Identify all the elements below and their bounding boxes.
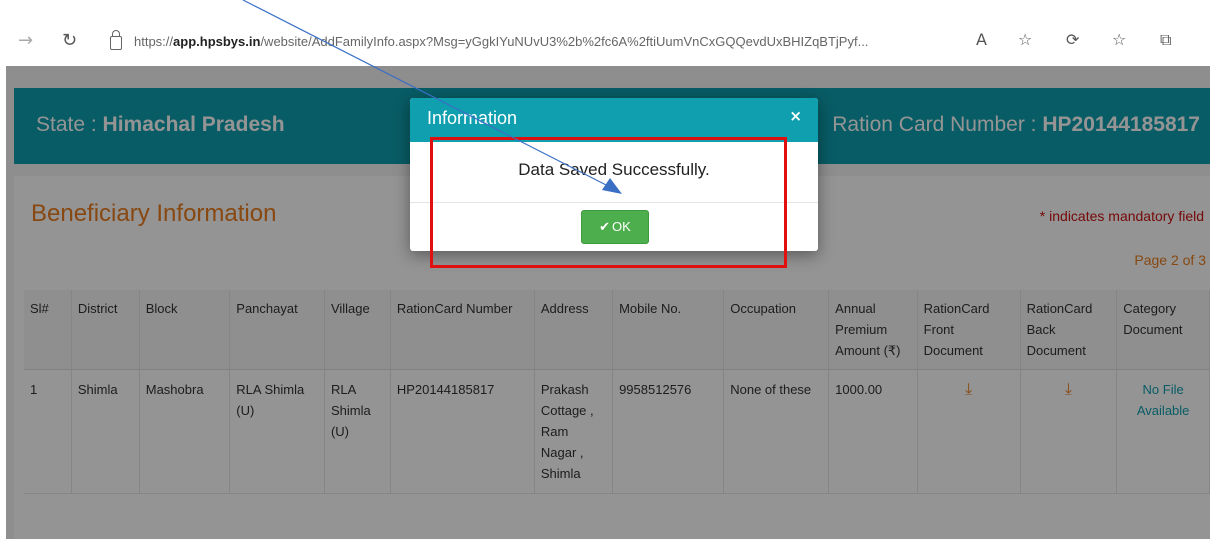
annotation-arrow	[242, 0, 622, 194]
arrow-head	[602, 178, 622, 194]
arrow-line	[242, 0, 613, 189]
